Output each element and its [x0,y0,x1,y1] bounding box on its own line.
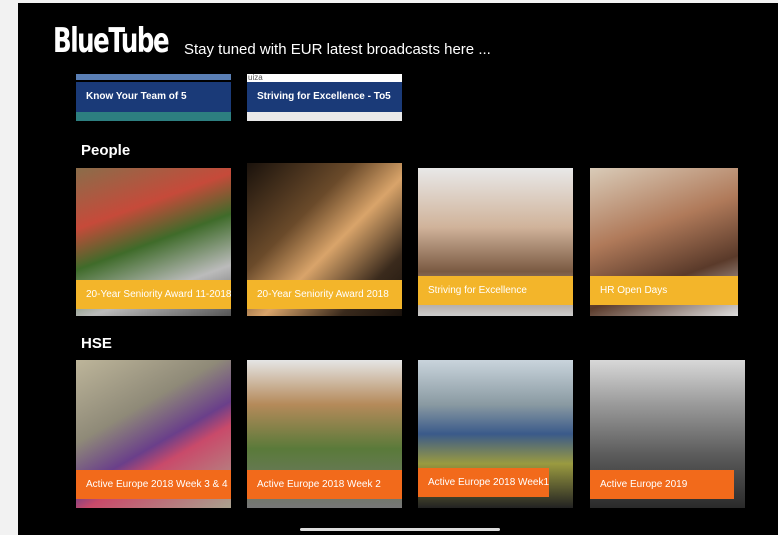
video-title: Striving for Excellence - To5 [247,82,402,112]
section-title-people: People [81,142,131,159]
thumbnail-strip [76,74,231,80]
video-title: 20-Year Seniority Award 11-2018 [76,280,231,309]
header-tagline: Stay tuned with EUR latest broadcasts he… [184,41,491,58]
video-tile[interactable]: Active Europe 2018 Week 3 & 4 [76,360,231,508]
thumbnail-strip [247,112,402,121]
video-tile[interactable]: HR Open Days [590,168,738,316]
bluetube-logo[interactable]: BlueTube [53,21,170,61]
video-tile-striving-to5[interactable]: uiza Striving for Excellence - To5 [247,74,402,121]
video-tile[interactable]: 20-Year Seniority Award 11-2018 [76,168,231,316]
video-tile[interactable]: 20-Year Seniority Award 2018 [247,163,402,316]
scrollbar[interactable] [300,528,500,531]
section-title-hse: HSE [81,335,112,352]
thumbnail-strip: uiza [247,74,402,82]
video-title: Active Europe 2018 Week 3 & 4 [76,470,231,499]
thumbnail-label: uiza [248,74,263,82]
video-tile[interactable]: Active Europe 2018 Week1 [418,360,573,508]
video-title: Active Europe 2019 [590,470,734,499]
video-tile[interactable]: Active Europe 2018 Week 2 [247,360,402,508]
video-tile[interactable]: Active Europe 2019 [590,360,745,508]
thumbnail-strip [76,112,231,121]
video-title: Active Europe 2018 Week1 [418,468,549,497]
video-title: 20-Year Seniority Award 2018 [247,280,402,309]
video-title: Striving for Excellence [418,276,573,305]
video-tile[interactable]: Striving for Excellence [418,168,573,316]
video-title: Active Europe 2018 Week 2 [247,470,402,499]
video-tile-know-your-team[interactable]: Know Your Team of 5 [76,74,231,121]
app-stage: BlueTube Stay tuned with EUR latest broa… [18,3,778,535]
video-title: Know Your Team of 5 [76,82,231,112]
video-title: HR Open Days [590,276,738,305]
